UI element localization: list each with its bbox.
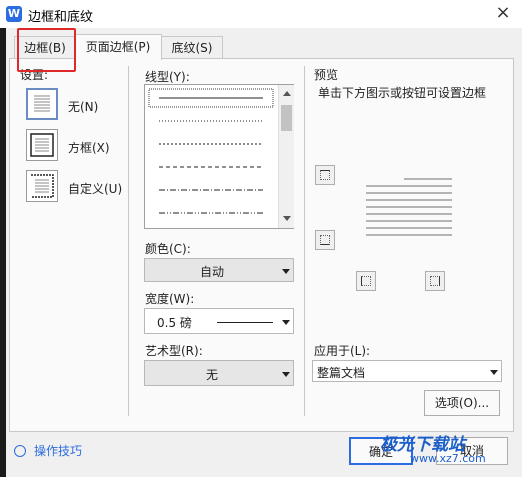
divider-left	[128, 66, 129, 416]
border-none-icon[interactable]	[26, 88, 58, 120]
color-dropdown[interactable]: 自动	[144, 258, 294, 282]
width-dropdown[interactable]: 0.5 磅	[144, 308, 294, 334]
left-border-icon	[361, 276, 371, 286]
color-value: 自动	[199, 265, 224, 279]
chevron-down-icon	[282, 372, 290, 377]
top-border-button[interactable]	[315, 165, 335, 185]
tips-link[interactable]: 操作技巧	[34, 442, 82, 459]
options-button[interactable]: 选项(O)...	[424, 390, 500, 416]
dialog-title: 边框和底纹	[28, 10, 94, 25]
apply-to-dropdown[interactable]: 整篇文档	[312, 360, 502, 382]
chevron-down-icon	[490, 370, 498, 375]
tips-icon[interactable]	[14, 445, 26, 457]
background-strip	[0, 28, 6, 477]
chevron-down-icon	[282, 269, 290, 274]
scroll-thumb[interactable]	[281, 105, 292, 131]
border-custom-icon[interactable]	[26, 170, 58, 202]
preview-hint: 单击下方图示或按钮可设置边框	[318, 86, 487, 100]
apply-to-label: 应用于(L):	[314, 344, 371, 358]
border-box-icon[interactable]	[26, 129, 58, 161]
apply-to-value: 整篇文档	[317, 366, 366, 380]
left-border-button[interactable]	[356, 271, 376, 291]
line-style-scrollbar[interactable]	[278, 85, 294, 228]
preview-heading: 预览	[314, 68, 339, 82]
setting-box-label[interactable]: 方框(X)	[68, 139, 110, 156]
art-value: 无	[205, 368, 218, 382]
highlight-box	[17, 28, 76, 72]
color-label: 颜色(C):	[145, 242, 191, 256]
tab-page-borders-label: 页面边框(P)	[85, 40, 151, 54]
bottom-border-button[interactable]	[315, 230, 335, 250]
tab-shading[interactable]: 底纹(S)	[161, 36, 223, 59]
wps-writer-icon: W	[6, 6, 22, 22]
art-dropdown[interactable]: 无	[144, 360, 294, 386]
line-style-label: 线型(Y):	[145, 70, 190, 84]
width-value: 0.5 磅	[157, 316, 192, 330]
bottom-border-icon	[320, 235, 330, 245]
close-button[interactable]: ×	[484, 0, 522, 28]
tab-shading-label: 底纹(S)	[171, 41, 213, 55]
options-button-label: 选项(O)...	[434, 396, 490, 410]
divider-right	[304, 66, 305, 416]
width-sample-line	[217, 322, 273, 323]
scroll-up-icon[interactable]	[283, 91, 291, 96]
art-label: 艺术型(R):	[145, 344, 203, 358]
watermark-url: www.xz7.com	[410, 452, 486, 465]
tab-page-borders[interactable]: 页面边框(P)	[74, 34, 162, 60]
right-border-icon	[430, 276, 440, 286]
width-label: 宽度(W):	[145, 292, 195, 306]
preview-document[interactable]	[366, 176, 452, 254]
line-style-list[interactable]	[144, 84, 294, 229]
chevron-down-icon	[282, 320, 290, 325]
scroll-down-icon[interactable]	[283, 216, 291, 221]
top-border-icon	[320, 170, 330, 180]
setting-none-label[interactable]: 无(N)	[68, 98, 98, 115]
right-border-button[interactable]	[425, 271, 445, 291]
setting-custom-label[interactable]: 自定义(U)	[68, 180, 122, 197]
